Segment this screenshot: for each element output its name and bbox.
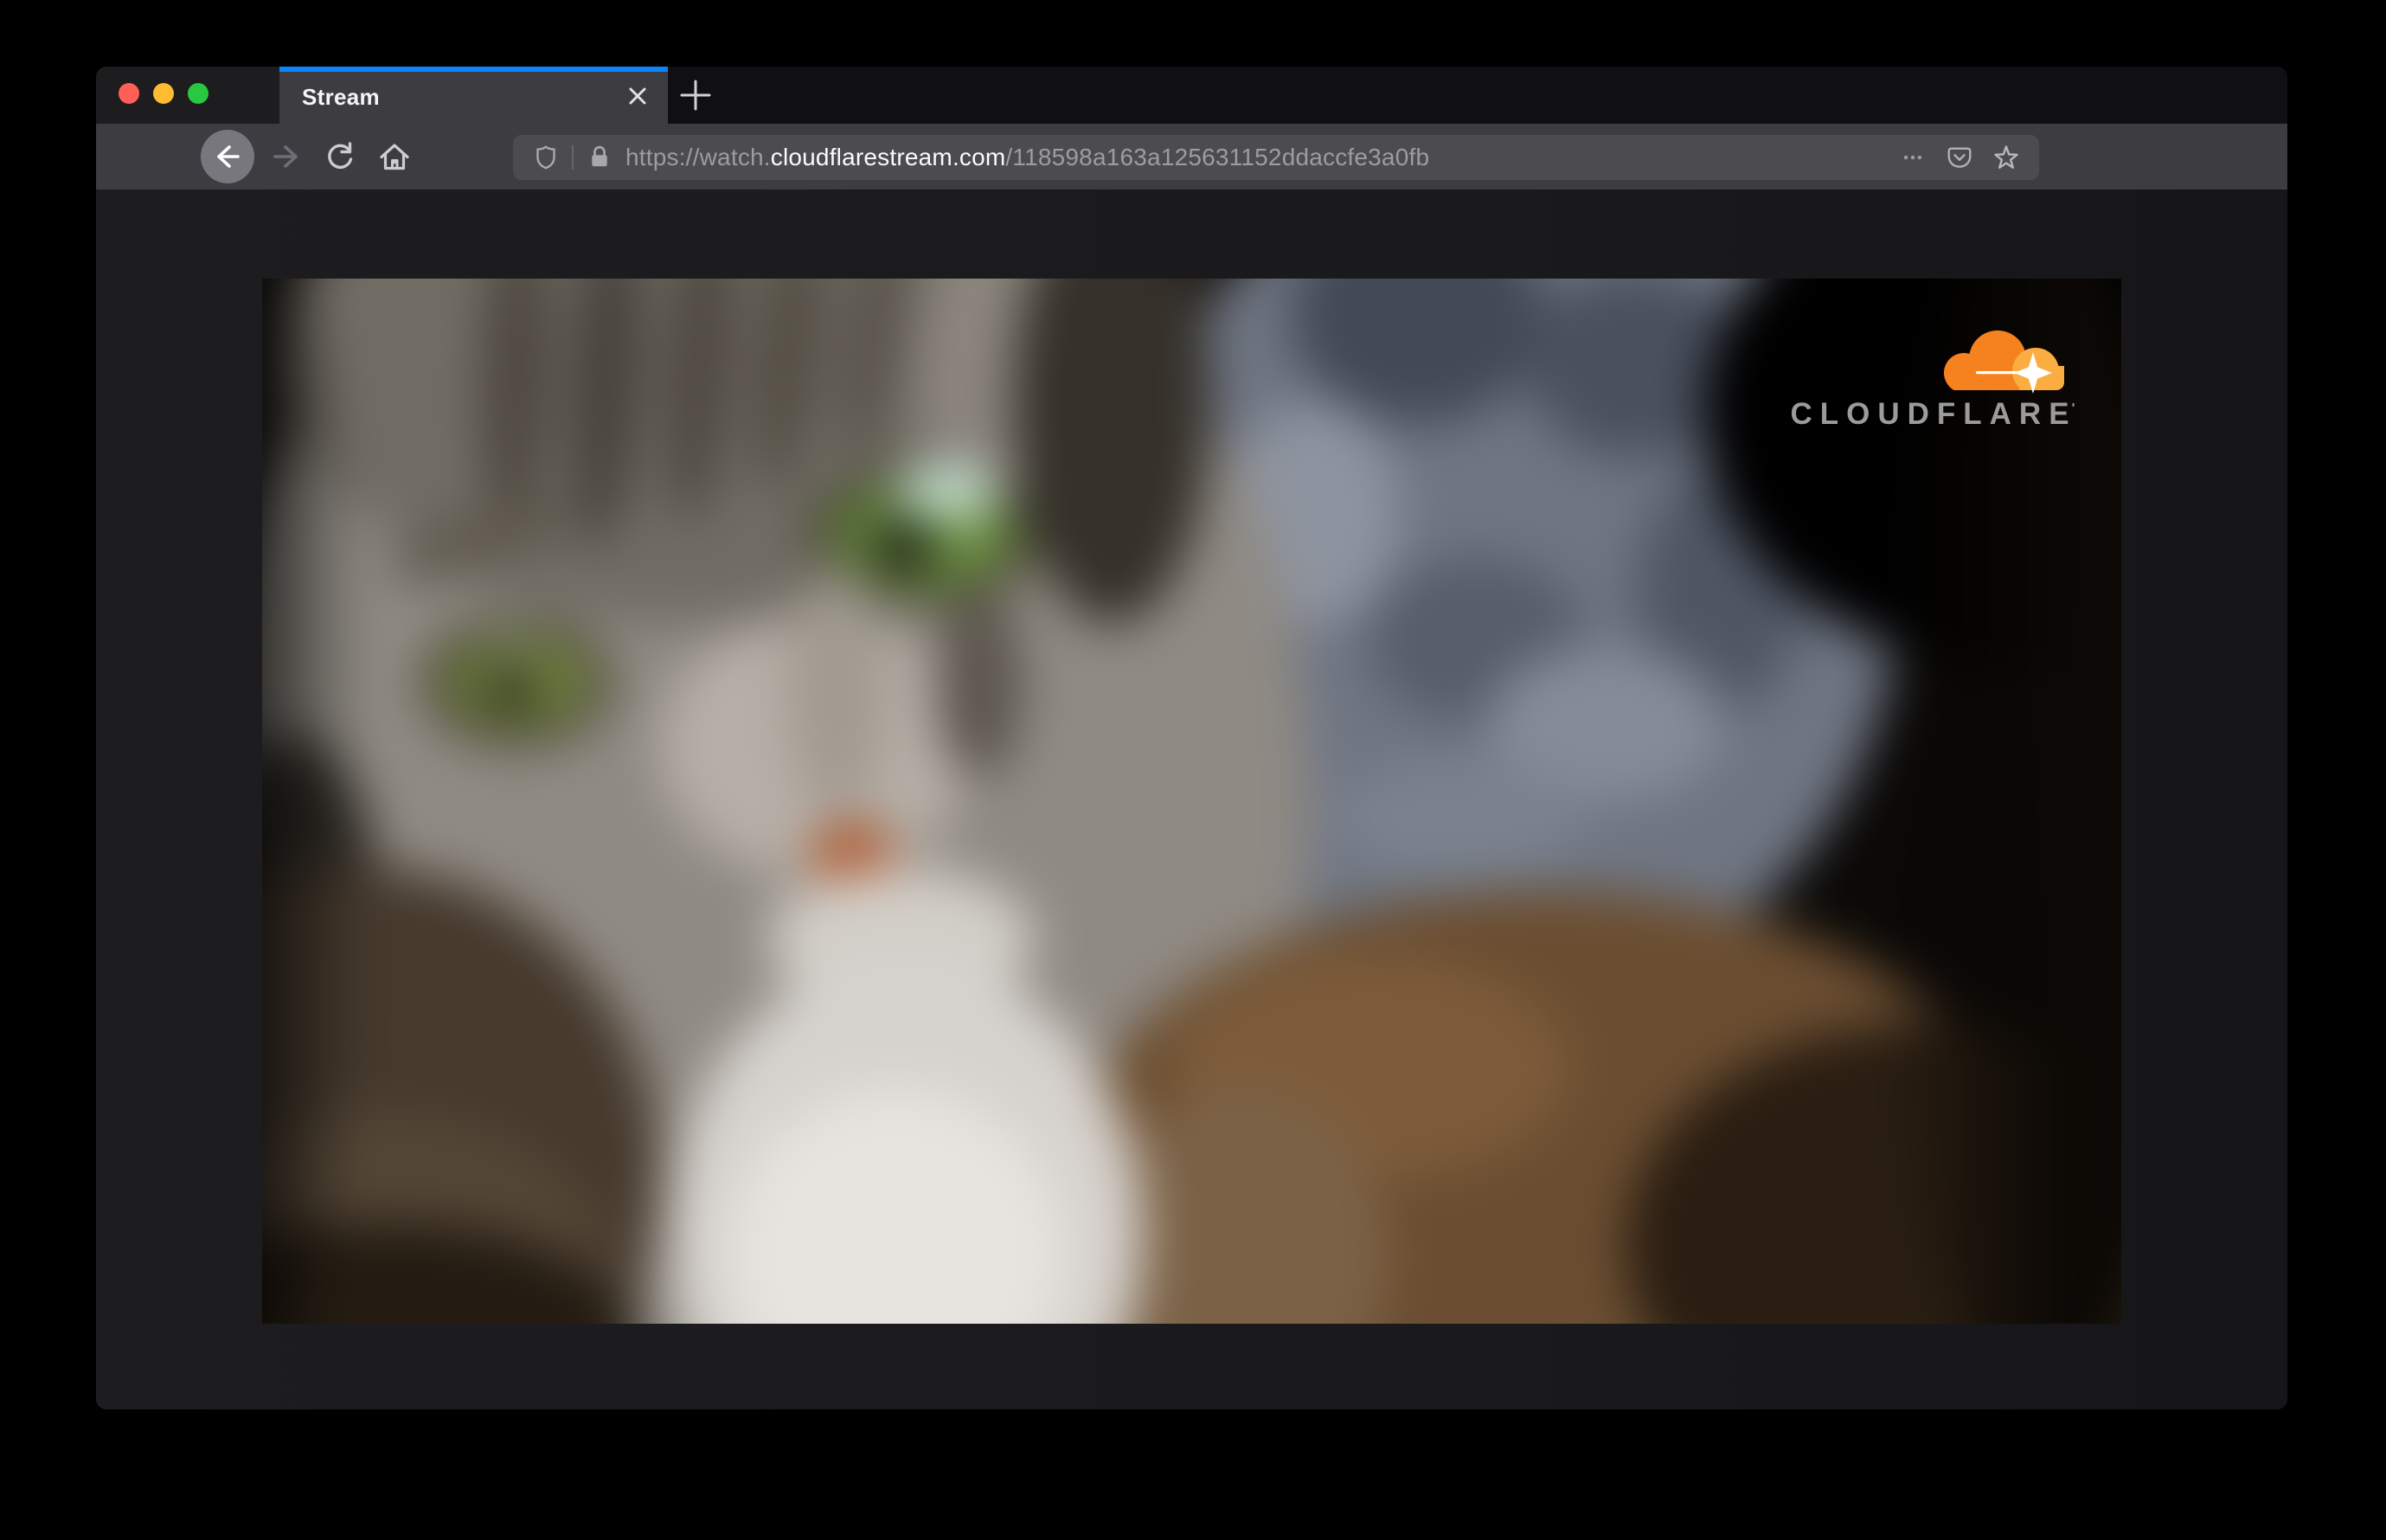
page-actions-ellipsis-icon[interactable] (1895, 140, 1930, 175)
tab-title: Stream (302, 84, 380, 110)
video-player[interactable]: CLOUDFLARE' (262, 279, 2121, 1324)
page-content: CLOUDFLARE' (96, 189, 2287, 1409)
url-domain: cloudflarestream.com (770, 144, 1006, 170)
tracking-protection-shield-icon[interactable] (529, 140, 563, 175)
watermark-brand-text: CLOUDFLARE (1790, 397, 2077, 432)
art-right-eye-pupil (868, 516, 940, 572)
zoom-window-button[interactable] (188, 83, 208, 104)
url-protocol: https://watch. (625, 144, 771, 170)
desktop-background: Stream https://watch.cloudflarestream.co… (0, 0, 2386, 1540)
bookmark-star-icon[interactable] (1989, 140, 2024, 175)
url-text: https://watch.cloudflarestream.com/11859… (625, 144, 1429, 171)
navigation-toolbar: https://watch.cloudflarestream.com/11859… (96, 124, 2287, 189)
window-controls (119, 83, 208, 104)
cloudflare-cloud-icon (1943, 330, 2064, 395)
art-left-eye-pupil (480, 657, 544, 709)
art-left-eye-highlight (488, 644, 536, 664)
new-tab-icon[interactable] (677, 77, 714, 113)
art-right-dark-band (1881, 279, 2121, 1324)
art-bridge-shadow (935, 590, 1023, 780)
minimize-window-button[interactable] (153, 83, 174, 104)
cloudflare-wordmark: CLOUDFLARE' (1790, 397, 2075, 432)
browser-window: Stream https://watch.cloudflarestream.co… (96, 67, 2287, 1409)
pocket-icon[interactable] (1942, 140, 1977, 175)
back-icon[interactable] (201, 130, 254, 183)
forward-icon[interactable] (263, 136, 305, 177)
video-frame (262, 279, 2121, 1324)
url-bar[interactable]: https://watch.cloudflarestream.com/11859… (513, 135, 2039, 180)
lock-icon (582, 140, 617, 175)
art-fabric-highlight (1329, 756, 1587, 879)
close-tab-icon[interactable] (621, 80, 654, 112)
page-actions (1895, 140, 2024, 175)
url-path: /118598a163a125631152ddaccfe3a0fb (1005, 144, 1430, 170)
close-window-button[interactable] (119, 83, 139, 104)
art-right-eye-highlight (895, 466, 999, 518)
art-nose-bridge (787, 568, 887, 812)
tab-bar: Stream (96, 67, 2287, 124)
tab-stream[interactable]: Stream (279, 67, 668, 124)
home-icon[interactable] (374, 136, 415, 177)
urlbar-divider (572, 145, 574, 170)
reload-icon[interactable] (319, 136, 361, 177)
watermark-trademark: ' (2071, 401, 2075, 417)
